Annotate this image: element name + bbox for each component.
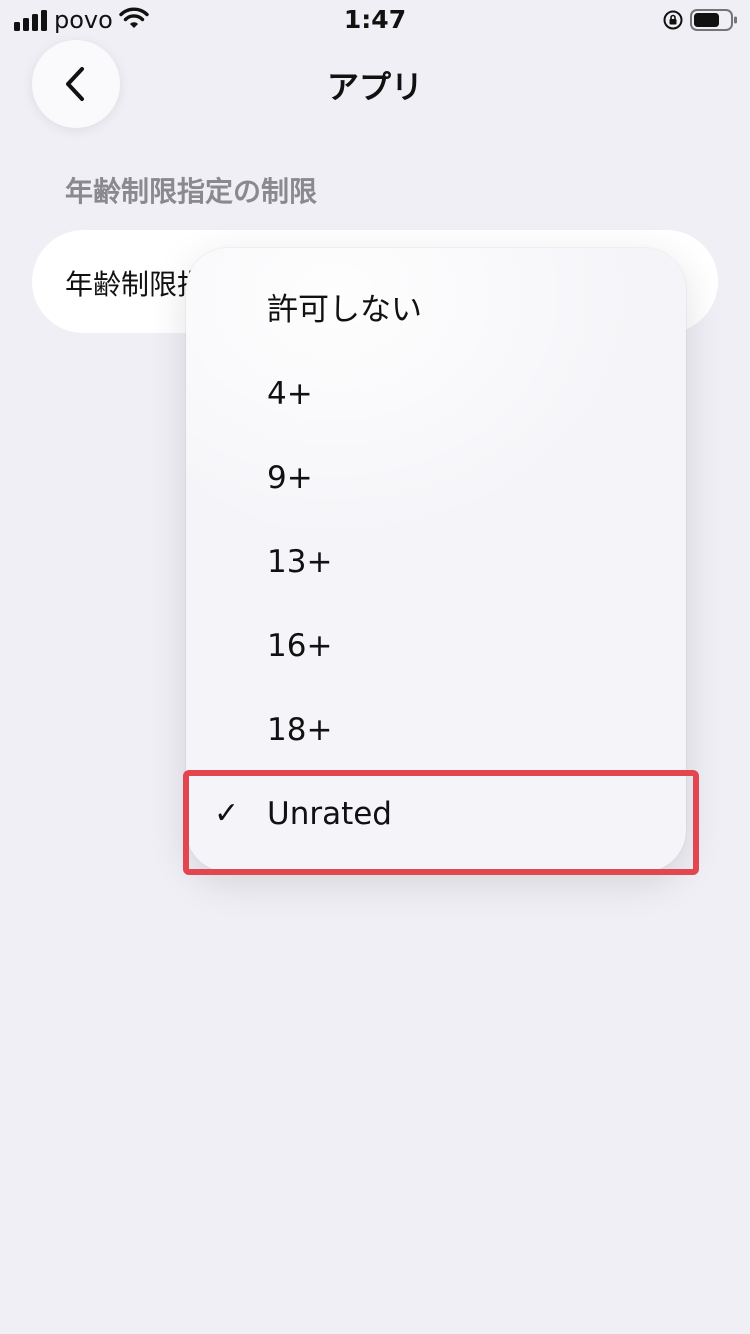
clock: 1:47 xyxy=(343,5,407,34)
menu-item-label: 許可しない xyxy=(267,292,422,328)
menu-item-label: 4+ xyxy=(267,376,313,412)
menu-item-4plus[interactable]: 4+ xyxy=(186,352,686,436)
menu-item-dont-allow[interactable]: 許可しない xyxy=(186,268,686,352)
highlight-box xyxy=(183,770,699,875)
menu-item-label: 9+ xyxy=(267,460,313,496)
orientation-lock-icon xyxy=(662,9,684,35)
menu-item-18plus[interactable]: 18+ xyxy=(186,688,686,772)
status-bar: povo 1:47 xyxy=(0,0,750,44)
menu-item-label: 18+ xyxy=(267,712,333,748)
menu-item-label: 16+ xyxy=(267,628,333,664)
setting-label: 年齢制限指 xyxy=(65,268,206,301)
menu-item-13plus[interactable]: 13+ xyxy=(186,520,686,604)
menu-item-label: 13+ xyxy=(267,544,333,580)
menu-item-9plus[interactable]: 9+ xyxy=(186,436,686,520)
page-title: アプリ xyxy=(326,68,423,106)
battery-icon xyxy=(690,9,738,35)
section-title: 年齢制限指定の制限 xyxy=(65,175,318,208)
menu-item-16plus[interactable]: 16+ xyxy=(186,604,686,688)
